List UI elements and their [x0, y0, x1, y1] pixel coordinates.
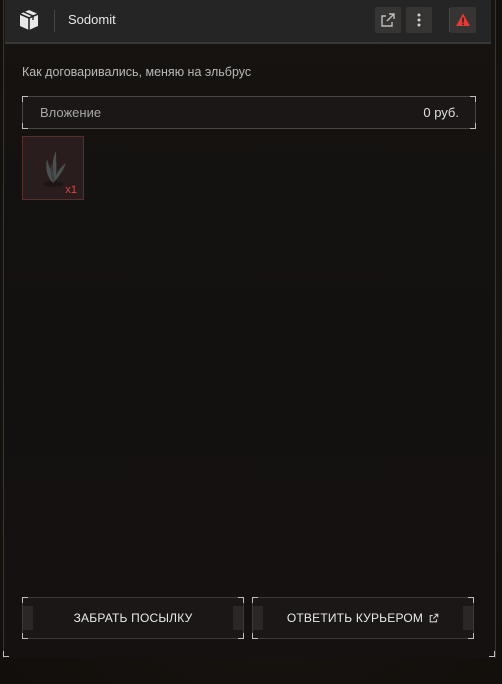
frame-corner [22, 123, 28, 129]
button-accent [233, 606, 243, 630]
frame-corner [22, 633, 28, 639]
package-icon [17, 8, 41, 32]
frame-corner [470, 123, 476, 129]
attachment-item[interactable]: x1 [22, 136, 84, 200]
item-quantity: x1 [65, 184, 77, 196]
frame-corner [252, 597, 258, 603]
button-accent [253, 606, 263, 630]
take-parcel-button[interactable]: ЗАБРАТЬ ПОСЫЛКУ [22, 597, 244, 639]
more-vertical-icon [417, 13, 421, 27]
external-link-icon [429, 613, 439, 623]
frame-corner [3, 651, 9, 657]
window-header: Sodomit [5, 0, 491, 44]
header-divider [54, 10, 55, 32]
attachment-label: Вложение [40, 105, 102, 120]
more-options-button[interactable] [406, 7, 432, 33]
report-button[interactable] [450, 7, 476, 33]
button-accent [23, 606, 33, 630]
frame-corner [238, 597, 244, 603]
warning-icon [456, 13, 470, 26]
frame-corner [22, 597, 28, 603]
open-external-button[interactable] [375, 7, 401, 33]
reply-courier-button[interactable]: ОТВЕТИТЬ КУРЬЕРОМ [252, 597, 474, 639]
frame-corner [470, 96, 476, 102]
frame-corner [22, 96, 28, 102]
frame-corner [238, 633, 244, 639]
attachment-price: 0 руб. [423, 105, 459, 120]
frame-corner [489, 651, 495, 657]
sender-name: Sodomit [68, 12, 116, 27]
attachment-row: Вложение 0 руб. [22, 96, 476, 129]
reply-courier-label: ОТВЕТИТЬ КУРЬЕРОМ [286, 611, 424, 625]
take-parcel-label: ЗАБРАТЬ ПОСЫЛКУ [73, 611, 193, 625]
frame-corner [468, 633, 474, 639]
parcel-message: Как договаривались, меняю на эльбрус [22, 65, 252, 79]
external-link-icon [381, 13, 395, 27]
frame-corner [468, 597, 474, 603]
button-accent [463, 606, 473, 630]
plant-item-icon [43, 151, 66, 187]
frame-corner [252, 633, 258, 639]
